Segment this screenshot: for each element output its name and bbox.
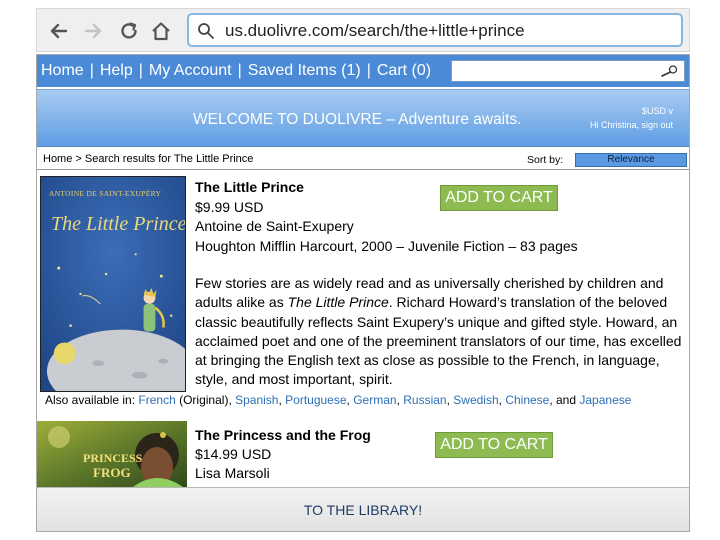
url-text[interactable]: us.duolivre.com/search/the+little+prince [225,21,525,41]
welcome-banner: WELCOME TO DUOLIVRE – Adventure awaits. … [37,89,689,147]
result-author: Lisa Marsoli [195,465,270,481]
nav-help-link[interactable]: Help [100,62,133,80]
result-title[interactable]: The Princess and the Frog [195,427,371,443]
result-price: $14.99 USD [195,446,272,462]
also-available-label: Also available in: [45,393,136,407]
language-link-german[interactable]: German [353,393,396,407]
cover-title-text: PRINCESS [83,451,143,465]
nav-cart-link[interactable]: Cart (0) [377,62,431,80]
result-details: Houghton Mifflin Harcourt, 2000 – Juveni… [195,238,578,254]
language-link-chinese[interactable]: Chinese [505,393,549,407]
forward-arrow-icon[interactable] [81,19,105,43]
add-to-cart-button[interactable]: ADD TO CART [435,432,553,458]
site-frame: Home | Help | My Account | Saved Items (… [36,54,690,532]
sort-label: Sort by: [527,154,564,166]
home-icon[interactable] [149,19,173,43]
princess-and-frog-cover-image[interactable]: PRINCESS FROG [37,421,187,487]
breadcrumb-row: Home > Search results for The Little Pri… [37,150,689,170]
language-separator: , and [549,393,580,407]
language-link-russian[interactable]: Russian [403,393,446,407]
language-link-japanese[interactable]: Japanese [579,393,631,407]
add-to-cart-button[interactable]: ADD TO CART [440,185,558,211]
cover-title-text: FROG [93,465,131,480]
back-arrow-icon[interactable] [47,19,71,43]
nav-home-link[interactable]: Home [41,62,84,80]
top-navigation: Home | Help | My Account | Saved Items (… [37,55,689,87]
browser-toolbar: us.duolivre.com/search/the+little+prince [36,8,690,52]
cover-author-text: ANTOINE DE SAINT-EXUPÉRY [49,189,162,198]
currency-selector[interactable]: $USD v [642,106,673,116]
address-bar[interactable]: us.duolivre.com/search/the+little+prince [187,13,683,47]
breadcrumb[interactable]: Home > Search results for The Little Pri… [43,153,253,165]
nav-saved-items-link[interactable]: Saved Items (1) [248,62,361,80]
search-icon[interactable] [660,64,678,78]
language-link-french[interactable]: French [138,393,175,407]
nav-separator: | [366,62,371,79]
to-the-library-button[interactable]: TO THE LIBRARY! [37,487,689,531]
language-separator: (Original), [175,393,236,407]
nav-separator: | [138,62,143,79]
also-available-in: Also available in: French (Original), Sp… [45,393,631,407]
language-link-portuguese[interactable]: Portuguese [285,393,346,407]
search-icon [198,23,214,39]
result-title[interactable]: The Little Prince [195,179,304,195]
nav-separator: | [89,62,94,79]
site-search-input[interactable] [451,60,685,82]
user-greeting-sign-out[interactable]: Hi Christina, sign out [590,120,673,130]
nav-separator: | [237,62,242,79]
language-link-spanish[interactable]: Spanish [235,393,278,407]
nav-my-account-link[interactable]: My Account [149,62,232,80]
sort-select[interactable]: Relevance [575,153,687,167]
result-author: Antoine de Saint-Exupery [195,218,354,234]
cover-title-text: The Little Prince [51,213,186,235]
result-description: Few stories are as widely read and as un… [195,274,685,390]
welcome-text: WELCOME TO DUOLIVRE – Adventure awaits. [193,111,522,128]
reload-icon[interactable] [117,19,141,43]
little-prince-cover-image[interactable]: ANTOINE DE SAINT-EXUPÉRY The Little Prin… [40,176,186,392]
description-italic-title: The Little Prince [287,294,389,311]
result-price: $9.99 USD [195,199,264,215]
language-link-swedish[interactable]: Swedish [453,393,498,407]
